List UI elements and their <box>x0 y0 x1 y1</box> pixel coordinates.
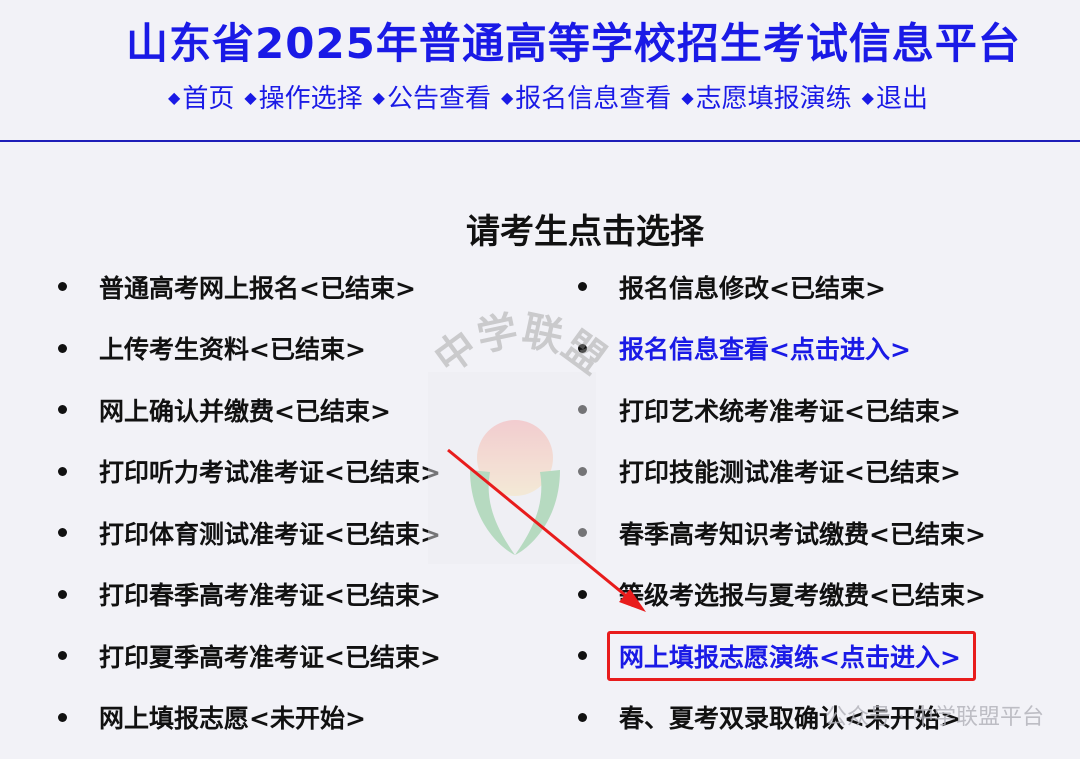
bullet-icon <box>578 528 587 538</box>
site-title: 山东省2025年普通高等学校招生考试信息平台 <box>126 19 1021 68</box>
bullet-icon <box>578 466 587 476</box>
diamond-icon: ◆ <box>372 88 385 107</box>
header: 山东省2025年普通高等学校招生考试信息平台 ◆首页 ◆操作选择 ◆公告查看 ◆… <box>0 0 1080 142</box>
bullet-icon <box>578 405 587 415</box>
option-upload-materials: 上传考生资料<已结束> <box>58 318 441 380</box>
leaf-icon <box>515 470 560 555</box>
option-dual-admission-confirm: 春、夏考双录取确认<未开始> <box>578 687 986 749</box>
bullet-icon <box>58 589 67 599</box>
bullet-icon <box>58 651 67 661</box>
option-fill-volunteer: 网上填报志愿<未开始> <box>58 687 441 749</box>
option-print-listening-ticket: 打印听力考试准考证<已结束> <box>58 441 441 503</box>
diamond-icon: ◆ <box>500 88 514 107</box>
nav-announcements[interactable]: ◆公告查看 <box>373 78 491 115</box>
bullet-icon <box>578 343 587 353</box>
nav-home[interactable]: ◆首页 <box>168 78 234 115</box>
nav-registration-info[interactable]: ◆报名信息查看 <box>501 78 671 115</box>
bullet-icon <box>58 343 67 353</box>
option-confirm-pay: 网上确认并缴费<已结束> <box>58 379 441 441</box>
bullet-icon <box>578 282 587 292</box>
bullet-icon <box>58 466 67 476</box>
option-print-pe-ticket: 打印体育测试准考证<已结束> <box>58 502 441 564</box>
option-volunteer-drill-link[interactable]: 网上填报志愿演练<点击进入> <box>578 625 986 687</box>
option-level-exam-fee: 等级考选报与夏考缴费<已结束> <box>578 564 986 626</box>
bullet-icon <box>578 589 587 599</box>
bullet-icon <box>58 528 67 538</box>
option-print-skill-ticket: 打印技能测试准考证<已结束> <box>578 441 986 503</box>
option-print-spring-ticket: 打印春季高考准考证<已结束> <box>58 564 441 626</box>
option-registration: 普通高考网上报名<已结束> <box>58 256 441 318</box>
highlight-box[interactable]: 网上填报志愿演练<点击进入> <box>607 630 976 681</box>
bullet-icon <box>58 712 67 722</box>
option-modify-registration: 报名信息修改<已结束> <box>578 256 986 318</box>
sun-icon <box>477 420 553 496</box>
diamond-icon: ◆ <box>244 88 257 107</box>
nav-volunteer-drill[interactable]: ◆志愿填报演练 <box>681 78 851 115</box>
leaf-icon <box>470 470 515 555</box>
bullet-icon <box>578 712 587 722</box>
page-title: 请考生点击选择 <box>466 212 704 252</box>
nav-bar: ◆首页 ◆操作选择 ◆公告查看 ◆报名信息查看 ◆志愿填报演练 ◆退出 <box>168 78 938 115</box>
nav-logout[interactable]: ◆退出 <box>862 78 928 115</box>
nav-operation-select[interactable]: ◆操作选择 <box>244 78 362 115</box>
option-view-registration-link[interactable]: 报名信息查看<点击进入> <box>578 318 986 380</box>
option-print-art-ticket: 打印艺术统考准考证<已结束> <box>578 379 986 441</box>
bullet-icon <box>58 405 67 415</box>
diamond-icon: ◆ <box>168 88 181 107</box>
option-print-summer-ticket: 打印夏季高考准考证<已结束> <box>58 625 441 687</box>
bullet-icon <box>578 651 587 661</box>
option-spring-exam-fee: 春季高考知识考试缴费<已结束> <box>578 502 986 564</box>
option-list-right: 报名信息修改<已结束> 报名信息查看<点击进入> 打印艺术统考准考证<已结束> … <box>578 256 986 748</box>
option-list-left: 普通高考网上报名<已结束> 上传考生资料<已结束> 网上确认并缴费<已结束> 打… <box>58 256 441 748</box>
diamond-icon: ◆ <box>681 88 694 107</box>
diamond-icon: ◆ <box>861 88 874 107</box>
bullet-icon <box>58 282 67 292</box>
